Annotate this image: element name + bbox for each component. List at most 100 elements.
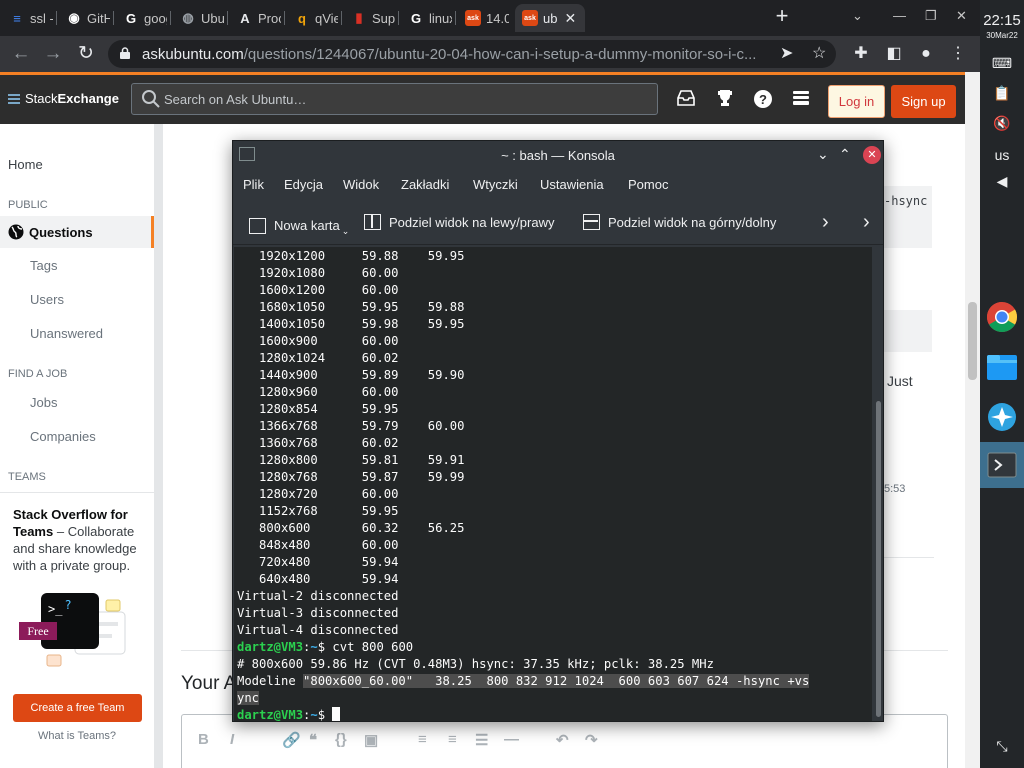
sidebar-item-unanswered[interactable]: Unanswered — [30, 326, 103, 341]
browser-tab[interactable]: ◉ GitHu — [59, 4, 110, 32]
browser-tab[interactable]: ◍ Ubun — [173, 4, 224, 32]
terminal-output[interactable]: 1920x1200 59.88 59.95 1920x1080 60.00 16… — [234, 247, 872, 721]
keyboard-layout[interactable]: us — [980, 147, 1024, 163]
konsole-toolbar: Nowa karta ⌄ Podziel widok na lewy/prawy… — [233, 201, 883, 245]
unordered-list-icon[interactable]: ≡ — [448, 731, 457, 748]
clock-time[interactable]: 22:15 — [980, 12, 1024, 29]
terminal-scrollbar-thumb[interactable] — [876, 401, 881, 717]
expand-panel-icon[interactable]: ⤡ — [980, 738, 1024, 755]
close-icon[interactable]: ✕ — [863, 146, 881, 164]
page-scrollbar-thumb[interactable] — [968, 302, 977, 380]
site-switcher-icon[interactable] — [790, 89, 812, 111]
help-icon[interactable]: ? — [752, 89, 774, 111]
konsole-menu-item[interactable]: Widok — [343, 177, 379, 192]
prompt-path: ~ — [310, 640, 318, 654]
login-button[interactable]: Log in — [828, 85, 885, 118]
new-tab-button[interactable]: Nowa karta ⌄ — [249, 214, 349, 237]
konsole-menu-item[interactable]: Zakładki — [401, 177, 449, 192]
browser-tab[interactable]: Glinux — [401, 4, 452, 32]
new-tab-button[interactable]: + — [771, 5, 793, 28]
konsole-menu-item[interactable]: Edycja — [284, 177, 323, 192]
browser-tab-label: Proce — [258, 10, 281, 26]
browser-tab[interactable]: ask 14.04 — [458, 4, 509, 32]
italic-icon[interactable]: I — [230, 731, 234, 748]
restore-icon[interactable]: ❐ — [925, 8, 937, 24]
bold-icon[interactable]: B — [198, 731, 209, 748]
back-icon[interactable]: ← — [10, 44, 32, 66]
tab-search-icon[interactable]: ⌄ — [852, 8, 863, 24]
sidebar-item-users[interactable]: Users — [30, 292, 64, 307]
volume-muted-icon[interactable]: 🔇 — [980, 115, 1024, 132]
file-manager-icon[interactable] — [980, 344, 1024, 390]
site-search-input[interactable]: Search on Ask Ubuntu… — [131, 83, 658, 115]
google-doc-icon: ≡ — [13, 10, 21, 26]
omnibox[interactable]: askubuntu.com/questions/1244067/ubuntu-2… — [108, 40, 836, 68]
toolbar-overflow-chevron-icon[interactable]: › — [822, 211, 829, 234]
sidebar-item-tags[interactable]: Tags — [30, 258, 57, 273]
clipboard-icon[interactable]: 📋 — [980, 85, 1024, 102]
konsole-menu-item[interactable]: Plik — [243, 177, 264, 192]
close-window-icon[interactable]: ✕ — [956, 8, 967, 24]
close-tab-icon[interactable]: ✕ — [564, 10, 576, 27]
tab-separator — [455, 11, 456, 25]
browser-tab[interactable]: ▮ Suppo — [344, 4, 395, 32]
split-left-right-button[interactable]: Podziel widok na lewy/prawy — [364, 214, 554, 230]
signup-button[interactable]: Sign up — [891, 85, 956, 118]
answer-editor-toolbar: B I 🔗 ❝ {} ▣ ≡ ≡ ☰ — ↶ ↷ — [181, 714, 948, 768]
bookmark-star-icon[interactable]: ☆ — [812, 43, 826, 63]
stackexchange-logo[interactable]: StackExchange — [8, 91, 119, 106]
code-icon[interactable]: {} — [335, 731, 347, 748]
prompt-dollar: $ — [317, 708, 326, 721]
tray-expand-icon[interactable]: ◀ — [980, 173, 1024, 190]
split-vertical-icon — [364, 214, 381, 230]
minimize-icon[interactable]: ⌄ — [817, 146, 829, 163]
browser-tab[interactable]: qqView — [287, 4, 338, 32]
xrandr-mode-line: 1280x1024 60.02 — [237, 351, 399, 365]
browser-tab[interactable]: Ggoogl — [116, 4, 167, 32]
tab-separator — [227, 11, 228, 25]
konsole-menu-item[interactable]: Wtyczki — [473, 177, 518, 192]
what-is-teams-link[interactable]: What is Teams? — [0, 730, 154, 742]
konsole-taskbar-icon[interactable] — [980, 442, 1024, 488]
side-panel-icon[interactable]: ◧ — [883, 44, 905, 66]
menu-kebab-icon[interactable]: ⋮ — [947, 44, 969, 66]
browser-tab[interactable]: ≡ ssl - G — [2, 4, 53, 32]
achievements-trophy-icon[interactable] — [714, 89, 736, 111]
keyboard-icon[interactable]: ⌨ — [980, 55, 1024, 72]
github-icon: ◉ — [68, 10, 80, 25]
redo-icon[interactable]: ↷ — [585, 731, 598, 749]
split-top-bottom-button[interactable]: Podziel widok na górny/dolny — [583, 214, 776, 230]
sidebar-item-home[interactable]: Home — [8, 157, 43, 172]
konsole-menu-item[interactable]: Pomoc — [628, 177, 668, 192]
heading-icon[interactable]: ☰ — [475, 731, 488, 749]
browser-tab[interactable]: ask ub ✕ — [515, 4, 585, 32]
create-free-team-button[interactable]: Create a free Team — [13, 694, 142, 722]
sidebar-item-questions[interactable]: Questions — [8, 224, 93, 240]
chrome-icon[interactable] — [980, 294, 1024, 340]
extensions-icon[interactable]: ✚ — [850, 44, 872, 66]
terminal-scrollbar[interactable] — [873, 247, 883, 721]
xrandr-mode-line: 848x480 60.00 — [237, 538, 399, 552]
profile-icon[interactable]: ● — [915, 44, 937, 66]
app-launcher-icon[interactable] — [980, 394, 1024, 440]
sidebar-item-jobs[interactable]: Jobs — [30, 395, 57, 410]
sidebar-scrollbar[interactable] — [154, 124, 163, 768]
ordered-list-icon[interactable]: ≡ — [418, 731, 427, 748]
toolbar-next-chevron-icon[interactable]: › — [863, 211, 870, 234]
reload-icon[interactable]: ↻ — [75, 44, 97, 66]
image-icon[interactable]: ▣ — [364, 731, 378, 749]
inbox-icon[interactable] — [675, 89, 697, 111]
blockquote-icon[interactable]: ❝ — [309, 731, 317, 749]
send-icon[interactable]: ➤ — [780, 43, 793, 63]
browser-tab[interactable]: A Proce — [230, 4, 281, 32]
page-scrollbar[interactable] — [965, 72, 980, 768]
konsole-titlebar[interactable]: ~ : bash — Konsola ⌄ ⌃ ✕ — [233, 141, 883, 169]
maximize-icon[interactable]: ⌃ — [839, 146, 851, 163]
forward-icon[interactable]: → — [42, 44, 64, 66]
konsole-menu-item[interactable]: Ustawienia — [540, 177, 604, 192]
horizontal-rule-icon[interactable]: — — [504, 731, 519, 748]
link-icon[interactable]: 🔗 — [282, 731, 301, 749]
undo-icon[interactable]: ↶ — [556, 731, 569, 749]
minimize-icon[interactable]: — — [893, 8, 906, 23]
sidebar-item-companies[interactable]: Companies — [30, 429, 96, 444]
